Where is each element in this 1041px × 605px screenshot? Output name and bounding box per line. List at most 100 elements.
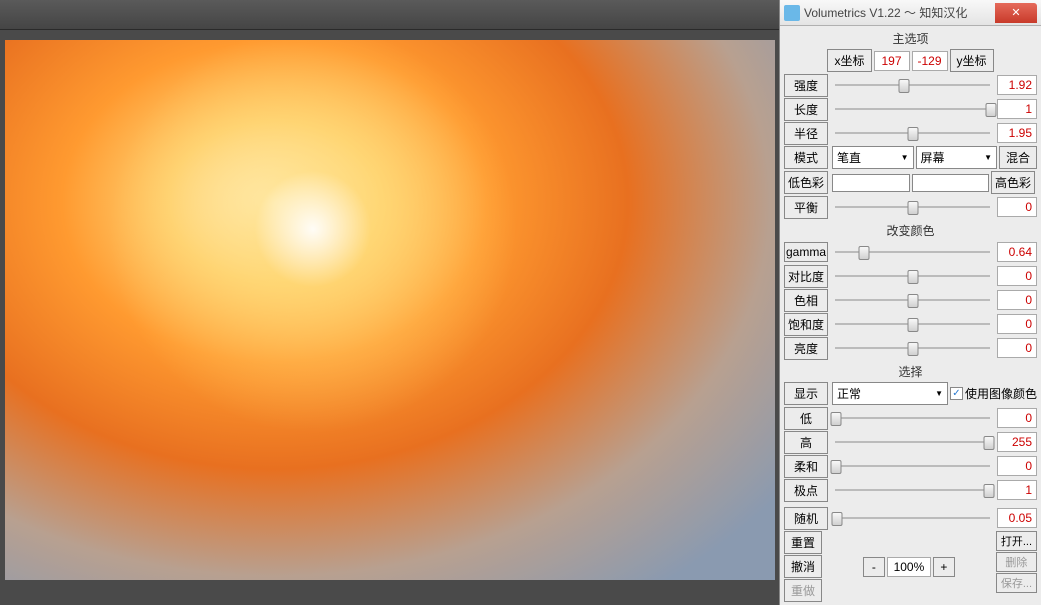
slider-length[interactable] [830,100,995,118]
label-gamma: gamma [784,242,828,262]
slider-soft[interactable] [830,457,995,475]
slider-thumb[interactable] [984,484,995,498]
value-random[interactable]: 0.05 [997,508,1037,528]
reset-button[interactable]: 重置 [784,531,822,554]
value-low[interactable]: 0 [997,408,1037,428]
section-select: 选择 [784,361,1037,382]
row-low: 低 0 [784,407,1037,429]
row-soft: 柔和 0 [784,455,1037,477]
slider-thumb[interactable] [907,201,918,215]
slider-thumb[interactable] [858,246,869,260]
row-brightness: 亮度 0 [784,337,1037,359]
row-balance: 平衡 0 [784,196,1037,218]
open-button[interactable]: 打开... [996,531,1037,551]
x-coord-button[interactable]: x坐标 [827,49,871,72]
canvas-viewport[interactable] [0,40,779,605]
close-button[interactable]: ✕ [995,3,1037,23]
slider-thumb[interactable] [985,103,996,117]
slider-thumb[interactable] [899,79,910,93]
document-image[interactable] [5,40,775,580]
slider-contrast[interactable] [830,267,995,285]
zoom-controls: - 100% + [824,531,994,602]
value-high[interactable]: 255 [997,432,1037,452]
section-change-color: 改变颜色 [784,220,1037,241]
slider-random[interactable] [828,509,995,527]
y-coord-value[interactable]: -129 [912,51,948,71]
dropdown-display[interactable]: 正常▼ [832,382,948,405]
save-button[interactable]: 保存... [996,573,1037,593]
slider-radius[interactable] [830,124,995,142]
row-high: 高 255 [784,431,1037,453]
volumetrics-panel: Volumetrics V1.22 ～ 知知汉化 ✕ 主选项 x坐标 197 -… [779,0,1041,605]
label-display: 显示 [784,382,828,405]
slider-thumb[interactable] [907,294,918,308]
value-brightness[interactable]: 0 [997,338,1037,358]
slider-thumb[interactable] [832,512,843,526]
slider-intensity[interactable] [830,76,995,94]
label-intensity: 强度 [784,74,828,97]
label-saturation: 饱和度 [784,313,828,336]
slider-high[interactable] [830,433,995,451]
dropdown-mode-1[interactable]: 笔直▼ [832,146,914,169]
value-soft[interactable]: 0 [997,456,1037,476]
slider-brightness[interactable] [830,339,995,357]
slider-thumb[interactable] [907,342,918,356]
slider-gamma[interactable] [830,243,995,261]
slider-thumb[interactable] [830,412,841,426]
section-main: 主选项 [784,28,1037,49]
dropdown-mode-2[interactable]: 屏幕▼ [916,146,998,169]
panel-title: Volumetrics V1.22 ～ 知知汉化 [804,4,995,21]
panel-titlebar[interactable]: Volumetrics V1.22 ～ 知知汉化 ✕ [780,0,1041,26]
slider-balance[interactable] [830,198,995,216]
chevron-down-icon: ▼ [935,389,943,398]
row-gamma: gamma 0.64 [784,241,1037,263]
label-low-color: 低色彩 [784,171,828,194]
slider-thumb[interactable] [830,460,841,474]
zoom-out-button[interactable]: - [863,557,885,577]
value-radius[interactable]: 1.95 [997,123,1037,143]
value-hue[interactable]: 0 [997,290,1037,310]
delete-button[interactable]: 删除 [996,552,1037,572]
bottom-controls: 重置 撤消 重做 - 100% + 打开... 删除 保存... [784,531,1037,602]
row-saturation: 饱和度 0 [784,313,1037,335]
slider-hue[interactable] [830,291,995,309]
slider-pole[interactable] [830,481,995,499]
slider-thumb[interactable] [907,270,918,284]
low-color-swatch[interactable] [832,174,910,192]
y-coord-button[interactable]: y坐标 [950,49,994,72]
zoom-in-button[interactable]: + [933,557,955,577]
label-high-color: 高色彩 [991,171,1035,194]
random-button[interactable]: 随机 [784,507,828,530]
checkbox-use-image-color[interactable] [950,387,963,400]
value-length[interactable]: 1 [997,99,1037,119]
redo-button[interactable]: 重做 [784,579,822,602]
label-contrast: 对比度 [784,265,828,288]
app-icon [784,5,800,21]
value-saturation[interactable]: 0 [997,314,1037,334]
label-soft: 柔和 [784,455,828,478]
row-random: 随机 0.05 [784,507,1037,529]
slider-thumb[interactable] [907,127,918,141]
row-radius: 半径 1.95 [784,122,1037,144]
value-balance[interactable]: 0 [997,197,1037,217]
value-intensity[interactable]: 1.92 [997,75,1037,95]
label-radius: 半径 [784,122,828,145]
slider-low[interactable] [830,409,995,427]
value-pole[interactable]: 1 [997,480,1037,500]
value-contrast[interactable]: 0 [997,266,1037,286]
slider-saturation[interactable] [830,315,995,333]
high-color-swatch[interactable] [912,174,990,192]
undo-button[interactable]: 撤消 [784,555,822,578]
label-hue: 色相 [784,289,828,312]
label-high: 高 [784,431,828,454]
mix-button[interactable]: 混合 [999,146,1037,169]
chevron-down-icon: ▼ [901,153,909,162]
slider-thumb[interactable] [907,318,918,332]
x-coord-value[interactable]: 197 [874,51,910,71]
slider-thumb[interactable] [984,436,995,450]
zoom-value[interactable]: 100% [887,557,931,577]
coord-row: x坐标 197 -129 y坐标 [784,49,1037,72]
label-balance: 平衡 [784,196,828,219]
value-gamma[interactable]: 0.64 [997,242,1037,262]
row-hue: 色相 0 [784,289,1037,311]
